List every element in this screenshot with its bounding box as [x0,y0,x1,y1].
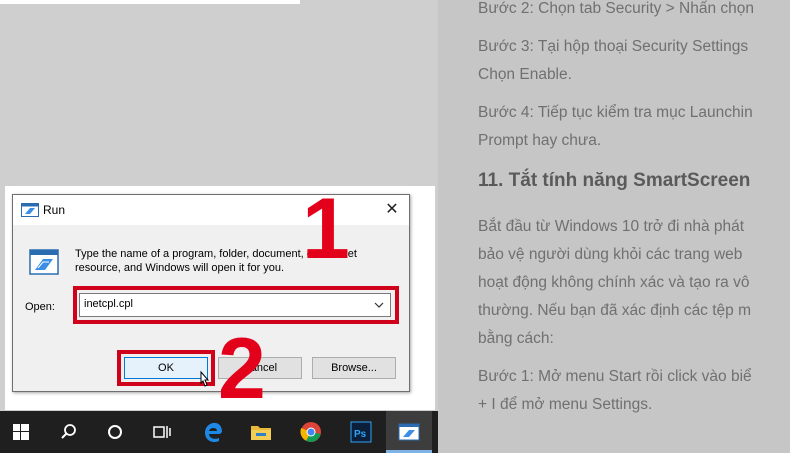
article-line: + I để mở menu Settings. [478,396,653,413]
browse-button[interactable]: Browse... [312,357,396,379]
mouse-cursor-icon [200,370,210,387]
article-line: Bước 3: Tại hộp thoại Security Settings [478,38,749,55]
run-program-icon [29,249,59,275]
search-icon[interactable] [56,419,82,445]
article-line: Bắt đầu từ Windows 10 trở đi nhà phát [478,218,745,235]
photoshop-icon[interactable]: Ps [348,419,374,445]
run-app-icon [21,203,39,217]
open-label: Open: [25,301,55,313]
edge-icon[interactable] [200,419,226,445]
file-explorer-icon[interactable] [248,419,274,445]
svg-text:Ps: Ps [354,429,367,440]
article-line: Bước 4: Tiếp tục kiểm tra mục Launchin [478,104,753,121]
article-line: Prompt hay chưa. [478,132,602,149]
close-button[interactable]: ✕ [381,199,403,221]
input-highlight-box [73,286,399,324]
chrome-icon[interactable] [298,419,324,445]
task-view-icon[interactable] [148,419,174,445]
article-line: Bước 1: Mở menu Start rồi click vào biể [478,368,752,385]
cortana-icon[interactable] [102,419,128,445]
top-strip [0,0,300,4]
article-panel: Bước 2: Chọn tab Security > Nhấn chọn Bư… [438,0,790,453]
article-line: Chọn Enable. [478,66,572,83]
article-line: bằng cách: [478,330,554,347]
taskbar: Ps [0,411,438,453]
article-line: Bước 2: Chọn tab Security > Nhấn chọn [478,0,755,17]
windows-start-icon[interactable] [8,419,34,445]
article-heading: 11. Tắt tính năng SmartScreen [478,170,751,191]
article-line: hoạt động không chính xác và tạo ra vô [478,274,750,291]
article-line: thường. Nếu bạn đã xác định các tệp m [478,302,752,319]
dialog-title: Run [43,203,66,217]
run-dialog: Run ✕ Type the name of a program, folder… [12,194,410,392]
step-number-2: 2 [218,321,266,417]
article-line: bảo vệ người dùng khỏi các trang web [478,246,743,263]
run-app-icon[interactable] [396,419,422,445]
step-number-1: 1 [302,181,350,277]
